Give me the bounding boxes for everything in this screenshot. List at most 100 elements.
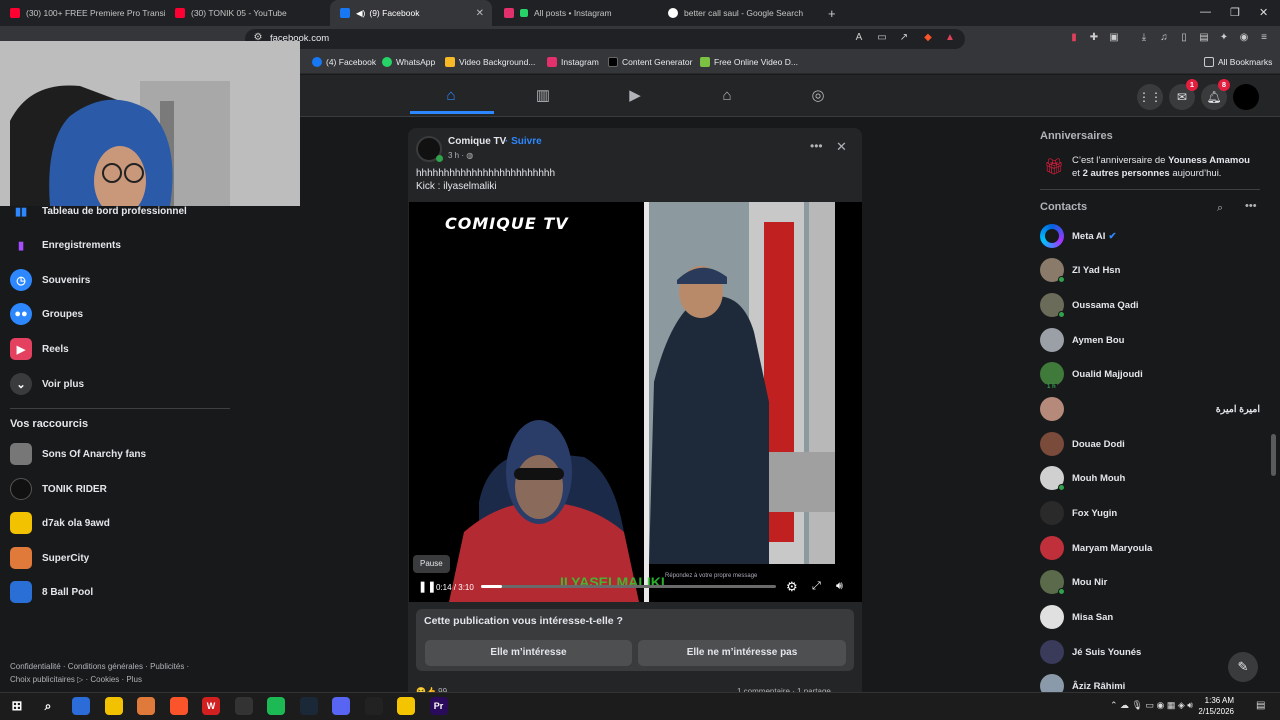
shortcut-supercity[interactable]: SuperCity <box>10 546 89 570</box>
taskbar-app-icon[interactable] <box>299 697 318 715</box>
settings-icon[interactable]: ⚙ <box>786 579 798 595</box>
follow-link[interactable]: · Suivre <box>505 136 542 147</box>
brave-rewards-icon[interactable]: ▲ <box>944 32 956 44</box>
system-clock[interactable]: 1:36 AM 2/15/2026 <box>1198 695 1234 717</box>
contact[interactable]: Aymen Bou <box>1040 328 1260 352</box>
footer-links[interactable]: Confidentialité · Conditions générales ·… <box>10 662 189 671</box>
contact-meta-ai[interactable]: Meta AI ✔ <box>1040 224 1260 248</box>
more-contacts-icon[interactable]: ••• <box>1245 200 1257 212</box>
tab-search-icon[interactable]: ▣ <box>1108 32 1120 44</box>
tab-premiere[interactable]: (30) 100+ FREE Premiere Pro Transiti <box>0 0 165 26</box>
birthday-text[interactable]: C’est l’anniversaire de Youness Amamou et… <box>1072 154 1262 180</box>
tab-facebook[interactable]: ◀) (9) Facebook ✕ <box>330 0 492 26</box>
sidebar-item-see-more[interactable]: ⌄ Voir plus <box>10 372 84 396</box>
taskbar-app-icon[interactable] <box>169 697 188 715</box>
taskbar-app-icon[interactable] <box>267 697 285 715</box>
contact[interactable]: Oussama Qadi <box>1040 293 1260 318</box>
taskbar-app-icon[interactable] <box>104 697 123 715</box>
new-message-button[interactable]: ✎ <box>1228 652 1258 682</box>
shortcut-tonik-rider[interactable]: TONIK RIDER <box>10 477 107 501</box>
scrollbar-thumb[interactable] <box>1271 434 1276 476</box>
volume-icon[interactable]: 🔊︎ <box>836 580 843 593</box>
shortcut-d7ak[interactable]: d7ak ola 9awd <box>10 511 110 535</box>
contact[interactable]: Misa San <box>1040 605 1260 629</box>
home-icon[interactable]: ⌂ <box>442 87 460 105</box>
contact[interactable]: اميرة اميرة <box>1040 397 1260 421</box>
windows-start-icon[interactable]: ⊞ <box>8 697 26 715</box>
cast-icon[interactable]: ▭ <box>876 32 888 44</box>
taskbar-app-icon[interactable] <box>234 697 253 715</box>
minimize-icon[interactable]: — <box>1200 6 1211 18</box>
bookmark-whatsapp[interactable]: WhatsApp <box>382 57 435 67</box>
extension-icon[interactable]: ▮ <box>1068 32 1080 44</box>
contact[interactable]: Maryam Maryoula <box>1040 536 1260 560</box>
bookmark-video-background[interactable]: Video Background... <box>445 57 535 67</box>
all-bookmarks[interactable]: All Bookmarks <box>1204 57 1272 67</box>
notification-center-icon[interactable]: ▤ <box>1256 700 1265 711</box>
menu-icon[interactable]: ≡ <box>1258 32 1270 44</box>
avatar: 1 h <box>1040 362 1064 390</box>
avatar <box>1040 536 1064 560</box>
close-icon[interactable]: ✕ <box>476 8 484 19</box>
vpn-icon[interactable]: ◉ <box>1238 32 1250 44</box>
not-interested-button[interactable]: Elle ne m’intéresse pas <box>638 640 846 666</box>
restore-icon[interactable]: ❐ <box>1230 6 1240 19</box>
bookmark-free-online-video[interactable]: Free Online Video D... <box>700 57 798 67</box>
brave-shield-icon[interactable]: ◆ <box>922 32 934 44</box>
video-icon[interactable]: ▶ <box>626 87 644 105</box>
taskbar-app-icon[interactable]: Pr <box>429 697 448 715</box>
close-post-icon[interactable]: ✕ <box>836 139 847 155</box>
music-icon[interactable]: ♫ <box>1158 32 1170 44</box>
video-progress-track[interactable] <box>481 585 776 588</box>
taskbar-app-icon[interactable] <box>364 697 383 715</box>
taskbar-app-icon[interactable] <box>397 697 415 715</box>
taskbar-app-icon[interactable] <box>72 697 90 715</box>
pause-icon[interactable]: ❚❚ <box>418 580 436 593</box>
bookmark-instagram[interactable]: Instagram <box>547 57 599 67</box>
shortcut-sons-of-anarchy[interactable]: Sons Of Anarchy fans <box>10 442 146 466</box>
contact[interactable]: Zl Yad Hsn <box>1040 258 1260 283</box>
marketplace-icon[interactable]: ⌂ <box>718 87 736 105</box>
search-contacts-icon[interactable]: ⌕ <box>1217 202 1223 215</box>
profile-avatar-button[interactable] <box>1233 84 1259 110</box>
taskbar-app-icon[interactable] <box>137 697 155 715</box>
wallet-icon[interactable]: ▤ <box>1198 32 1210 44</box>
sidebar-item-groups[interactable]: ●● Groupes <box>10 302 83 326</box>
bookmark-content-generator[interactable]: Content Generator <box>608 57 692 67</box>
sidebar-item-saved[interactable]: ▮ Enregistrements <box>10 233 121 257</box>
interested-button[interactable]: Elle m’intéresse <box>425 640 632 666</box>
close-window-icon[interactable]: ✕ <box>1259 6 1268 19</box>
tab-youtube[interactable]: (30) TONIK 05 - YouTube <box>165 0 330 26</box>
dashboard-icon[interactable]: ▥ <box>534 87 552 105</box>
translate-icon[interactable]: A <box>853 32 865 44</box>
tab-instagram[interactable]: All posts • Instagram <box>494 0 656 26</box>
gaming-icon[interactable]: ◎ <box>809 87 827 105</box>
search-icon[interactable]: ⌕ <box>39 697 57 715</box>
contact[interactable]: Mouh Mouh <box>1040 466 1260 491</box>
sidebar-icon[interactable]: ▯ <box>1178 32 1190 44</box>
tab-google[interactable]: better call saul - Google Search <box>658 0 823 26</box>
tray-icons[interactable]: ⌃ ☁ 🎙︎ ▭ ◉ ▦ ◈ 🔊︎ <box>1110 700 1193 711</box>
more-options-icon[interactable]: ••• <box>810 139 823 153</box>
sidebar-item-reels[interactable]: ▶ Reels <box>10 337 69 361</box>
footer-links-2[interactable]: Choix publicitaires ▷ · Cookies · Plus <box>10 675 142 684</box>
bookmark-facebook[interactable]: (4) Facebook <box>312 57 376 67</box>
video-player[interactable] <box>409 202 862 602</box>
sidebar-item-memories[interactable]: ◷ Souvenirs <box>10 268 90 292</box>
taskbar-app-icon[interactable]: W <box>202 697 220 715</box>
leo-icon[interactable]: ✦ <box>1218 32 1230 44</box>
contact[interactable]: Mou Nir <box>1040 570 1260 595</box>
extensions-puzzle-icon[interactable]: ✚ <box>1088 32 1100 44</box>
post-author[interactable]: Comique TV <box>448 136 506 147</box>
contact[interactable]: Douae Dodi <box>1040 432 1260 456</box>
shortcut-8-ball-pool[interactable]: 8 Ball Pool <box>10 580 93 604</box>
new-tab-button[interactable]: + <box>828 6 836 21</box>
menu-grid-button[interactable]: ⋮⋮ <box>1137 84 1163 110</box>
download-icon[interactable]: ⤓ <box>1138 32 1150 44</box>
share-icon[interactable]: ↗ <box>898 32 910 44</box>
contact[interactable]: 1 h Oualid Majjoudi <box>1040 362 1260 390</box>
contact[interactable]: Fox Yugin <box>1040 501 1260 525</box>
contact[interactable]: Jé Suis Younés <box>1040 640 1260 664</box>
fullscreen-icon[interactable]: ⤢ <box>812 580 821 593</box>
taskbar-app-icon[interactable] <box>332 697 350 715</box>
